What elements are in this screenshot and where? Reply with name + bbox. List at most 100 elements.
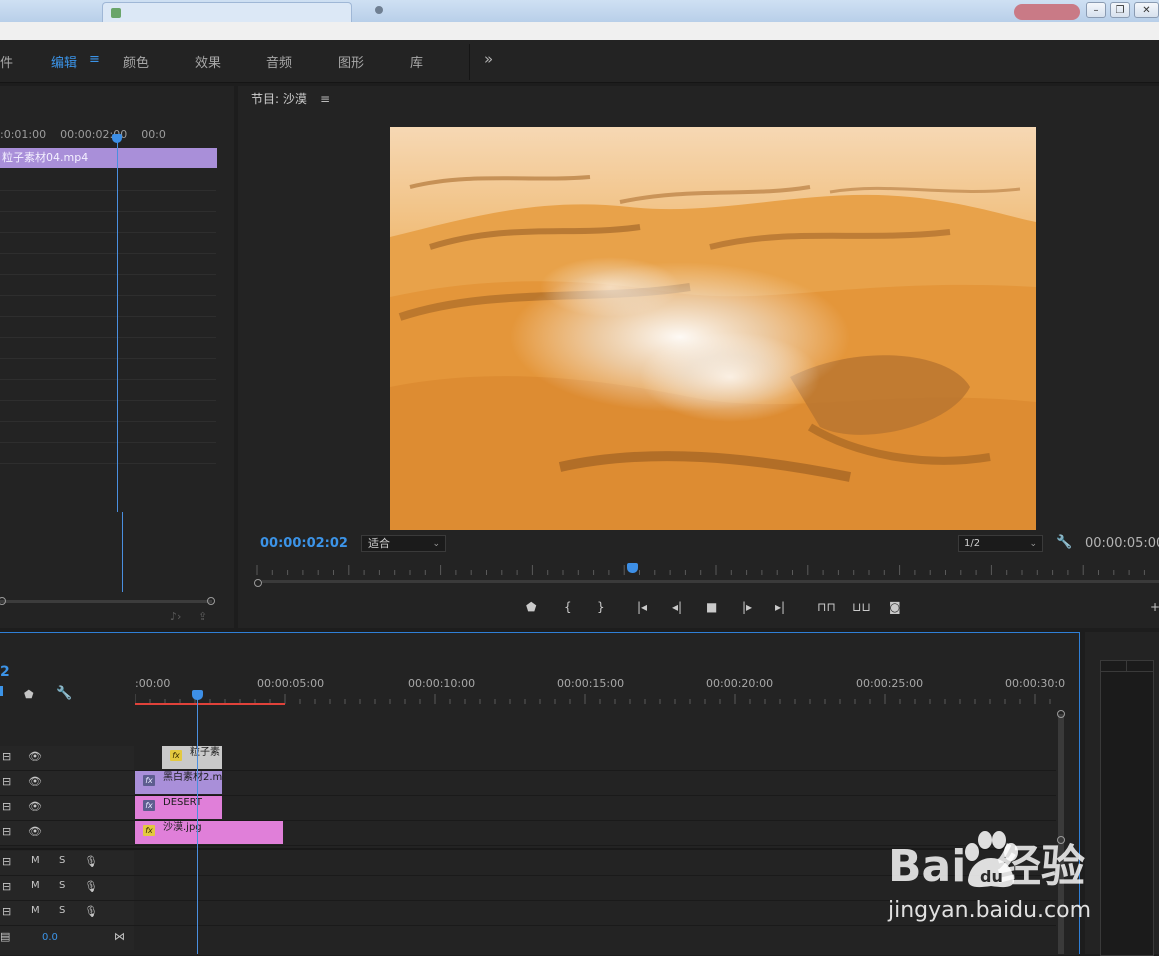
fx-badge-icon: fx	[143, 825, 155, 836]
voiceover-mic-icon[interactable]: 🎙	[84, 905, 98, 918]
work-area-bar[interactable]	[135, 703, 285, 705]
program-menu-icon[interactable]: ≡	[320, 92, 330, 106]
sync-lock-icon[interactable]: ⊟	[2, 800, 11, 813]
chevron-down-icon: ⌄	[432, 539, 440, 549]
workspace-bar	[0, 40, 1159, 83]
voiceover-mic-icon[interactable]: 🎙	[84, 880, 98, 893]
timeline-clip[interactable]: fx 粒子素	[162, 746, 222, 769]
mark-in-icon[interactable]: {	[564, 600, 572, 614]
stop-icon[interactable]: ■	[706, 600, 717, 614]
go-to-out-icon[interactable]: ▸|	[775, 600, 785, 614]
mute-button[interactable]: M	[31, 855, 40, 866]
lift-icon[interactable]: ⊓⊓	[817, 600, 836, 614]
sync-lock-icon[interactable]: ⊟	[2, 880, 11, 893]
settings-wrench-icon[interactable]: 🔧	[1056, 535, 1072, 550]
timeline-ruler-label: 00:00:10:00	[408, 677, 476, 690]
source-divider	[0, 211, 216, 212]
source-divider	[0, 379, 216, 380]
solo-button[interactable]: S	[59, 880, 65, 891]
timeline-clip[interactable]: fx DESERT	[135, 796, 222, 819]
program-zoom-scrollbar[interactable]	[262, 580, 1159, 583]
workspace-tab-libraries[interactable]: 库	[410, 52, 423, 71]
workspace-tab-edit[interactable]: 编辑	[51, 52, 77, 71]
restore-icon[interactable]: ❐	[1110, 2, 1130, 18]
snap-icon[interactable]	[0, 686, 3, 696]
timeline-ruler-label: 00:00:30:0	[1005, 677, 1066, 690]
toggle-output-eye-icon[interactable]: 👁	[28, 775, 42, 788]
voiceover-mic-icon[interactable]: 🎙	[84, 855, 98, 868]
master-track-header: ▤ 0.0 ⋈	[0, 926, 134, 950]
timeline-marker-icon[interactable]: ⬟	[24, 688, 34, 701]
timeline-clip[interactable]: fx 黑白素材2.m	[135, 771, 222, 794]
timeline-playhead[interactable]	[192, 690, 203, 700]
audio-meter	[1100, 660, 1154, 956]
workspace-tab-color[interactable]: 颜色	[123, 52, 149, 71]
go-to-out-point-icon[interactable]: ⋈	[114, 930, 125, 943]
program-playhead-timecode[interactable]: 00:00:02:02	[260, 536, 348, 551]
baidu-paw-icon: du	[965, 831, 1018, 888]
master-track-icon: ▤	[0, 930, 11, 943]
audio-track-header: ⊟ M S 🎙	[0, 876, 134, 900]
video-track-header: ⊟ 👁	[0, 746, 134, 770]
sync-lock-icon[interactable]: ⊟	[2, 775, 11, 788]
source-scroll-right-handle[interactable]	[207, 597, 215, 605]
sync-lock-icon[interactable]: ⊟	[2, 905, 11, 918]
workspace-tab-graphics[interactable]: 图形	[338, 52, 364, 71]
new-tab-icon[interactable]	[375, 6, 383, 14]
timeline-ruler-label: 00:00:20:00	[706, 677, 774, 690]
vertical-scroll-top-handle[interactable]	[1057, 710, 1065, 718]
export-icon[interactable]: ⇪	[198, 610, 207, 623]
toggle-output-eye-icon[interactable]: 👁	[28, 800, 42, 813]
workspace-tab-audio[interactable]: 音频	[266, 52, 292, 71]
toggle-output-eye-icon[interactable]: 👁	[28, 825, 42, 838]
audio-track-header: ⊟ M S 🎙	[0, 851, 134, 875]
source-zoom-scrollbar[interactable]	[0, 600, 212, 603]
program-playhead[interactable]	[627, 563, 638, 573]
minimize-icon[interactable]: –	[1086, 2, 1106, 18]
export-frame-camera-icon[interactable]: ◙	[889, 600, 901, 614]
sync-lock-icon[interactable]: ⊟	[2, 825, 11, 838]
browser-tab[interactable]	[102, 2, 352, 22]
solo-button[interactable]: S	[59, 905, 65, 916]
sync-lock-icon[interactable]: ⊟	[2, 750, 11, 763]
add-marker-icon[interactable]: ⬟	[526, 600, 536, 614]
timeline-ruler-label: :00:00	[135, 677, 171, 690]
timeline-settings-wrench-icon[interactable]: 🔧	[56, 686, 72, 701]
step-back-icon[interactable]: ◂|	[672, 600, 682, 614]
program-time-ruler[interactable]	[252, 563, 1159, 577]
zoom-fit-select[interactable]: 适合 ⌄	[361, 535, 446, 552]
source-divider	[0, 274, 216, 275]
close-icon[interactable]: ✕	[1134, 2, 1159, 18]
timeline-playhead-line	[197, 696, 198, 954]
master-volume-value[interactable]: 0.0	[42, 932, 58, 943]
sequence-tab-number[interactable]: 2	[0, 664, 10, 680]
toggle-output-eye-icon[interactable]: 👁	[28, 750, 42, 763]
os-login-button[interactable]	[1014, 4, 1080, 20]
fx-badge-icon: fx	[143, 775, 155, 786]
workspace-menu-icon[interactable]: ≡	[89, 52, 100, 67]
sync-lock-icon[interactable]: ⊟	[2, 855, 11, 868]
playback-resolution-select[interactable]: 1/2 ⌄	[958, 535, 1043, 552]
program-monitor-title[interactable]: 节目: 沙漠	[251, 90, 307, 107]
playback-resolution-value: 1/2	[964, 538, 981, 549]
solo-button[interactable]: S	[59, 855, 65, 866]
svg-text:du: du	[980, 867, 1003, 886]
mute-button[interactable]: M	[31, 905, 40, 916]
workspace-tab-partial[interactable]: 件	[0, 52, 13, 71]
mute-button[interactable]: M	[31, 880, 40, 891]
timeline-clip[interactable]: fx 沙漠.jpg	[135, 821, 283, 844]
source-divider	[0, 442, 216, 443]
source-time-ruler[interactable]: :0:01:00 00:00:02:00 00:0	[0, 128, 166, 141]
more-workspaces-icon[interactable]: »	[484, 50, 493, 68]
button-editor-plus-icon[interactable]: +	[1150, 600, 1159, 614]
step-forward-icon[interactable]: |▸	[742, 600, 752, 614]
source-clip-bar[interactable]: 粒子素材04.mp4	[0, 148, 217, 168]
source-divider	[0, 253, 216, 254]
audio-drag-icon[interactable]: ♪›	[170, 610, 181, 623]
mark-out-icon[interactable]: }	[597, 600, 605, 614]
workspace-tab-effects[interactable]: 效果	[195, 52, 221, 71]
extract-icon[interactable]: ⊔⊔	[852, 600, 871, 614]
go-to-in-icon[interactable]: |◂	[637, 600, 647, 614]
zoom-fit-value: 适合	[368, 537, 390, 550]
program-scroll-left-handle[interactable]	[254, 579, 262, 587]
